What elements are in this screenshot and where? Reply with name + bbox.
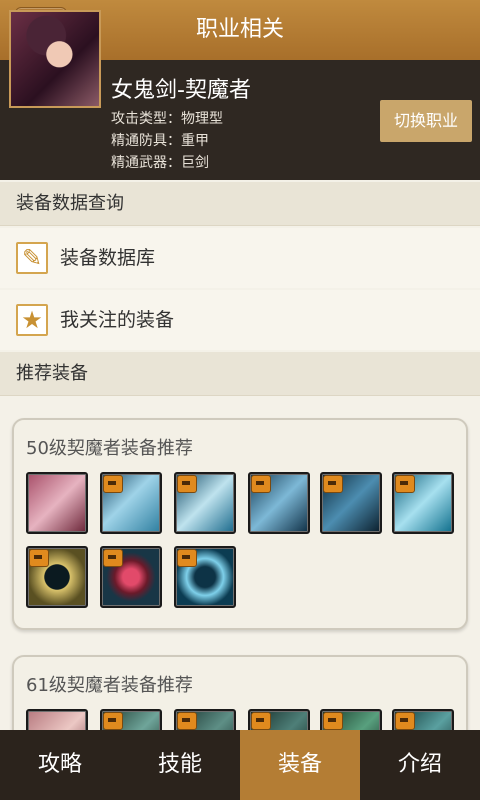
equipment-icon[interactable] (26, 546, 88, 608)
section-equip-query: 装备数据查询 (0, 182, 480, 226)
attack-type: 攻击类型：物理型 (111, 111, 223, 127)
equipment-icon[interactable] (26, 472, 88, 534)
tab-strategy[interactable]: 攻略 (0, 730, 120, 800)
card-title: 61级契魔者装备推荐 (26, 675, 193, 696)
star-icon: ★ (16, 304, 48, 336)
list-item-equip-database[interactable]: ✎ 装备数据库 (0, 228, 480, 288)
tab-equipment[interactable]: 装备 (240, 730, 360, 800)
weapon-mastery: 精通武器：巨剑 (111, 155, 209, 171)
equipment-icon[interactable] (392, 472, 454, 534)
section-recommend: 推荐装备 (0, 352, 480, 396)
armor-mastery: 精通防具：重甲 (111, 133, 209, 149)
list-item-followed-equip[interactable]: ★ 我关注的装备 (0, 290, 480, 350)
tab-intro[interactable]: 介绍 (360, 730, 480, 800)
switch-class-button[interactable]: 切换职业 (380, 100, 472, 142)
equipment-icon[interactable] (100, 546, 162, 608)
equipment-icon[interactable] (248, 472, 310, 534)
equipment-icon[interactable] (174, 472, 236, 534)
feather-icon: ✎ (16, 242, 48, 274)
class-name: 女鬼剑-契魔者 (111, 78, 251, 103)
bottom-tab-bar: 攻略 技能 装备 介绍 (0, 730, 480, 800)
list-item-label: 装备数据库 (60, 247, 156, 269)
class-avatar (9, 10, 101, 108)
equipment-icon[interactable] (100, 472, 162, 534)
equipment-icon[interactable] (320, 472, 382, 534)
list-item-label: 我关注的装备 (60, 309, 175, 331)
tab-skills[interactable]: 技能 (120, 730, 240, 800)
recommend-card-50[interactable]: 50级契魔者装备推荐 (12, 418, 468, 630)
card-title: 50级契魔者装备推荐 (26, 438, 193, 459)
equipment-icon[interactable] (174, 546, 236, 608)
